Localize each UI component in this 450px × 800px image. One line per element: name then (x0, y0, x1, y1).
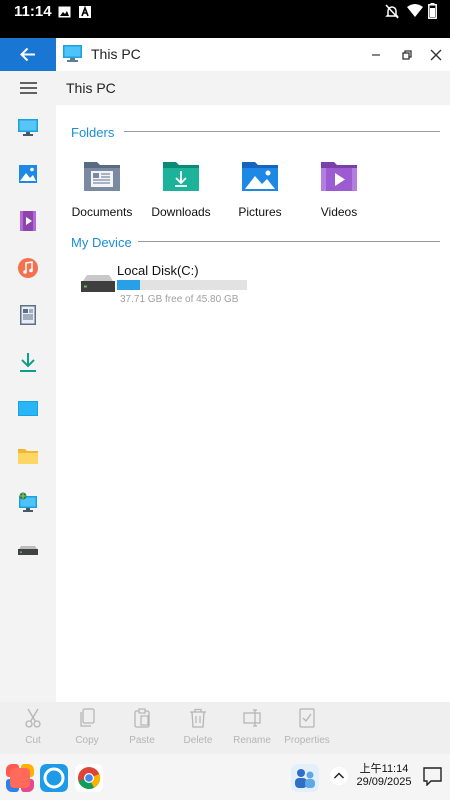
cut-button[interactable]: Cut (8, 708, 58, 752)
window-title-bar: This PC (0, 38, 450, 71)
battery-icon (428, 3, 437, 19)
scissors-icon (25, 708, 41, 728)
drive-free-space: 37.71 GB free of 45.80 GB (120, 294, 239, 305)
hamburger-icon[interactable] (20, 82, 37, 94)
back-button[interactable] (0, 38, 56, 71)
clock-time: 上午11:14 (359, 763, 409, 775)
folder-videos[interactable]: Videos (299, 159, 379, 225)
sidebar-item-desktop[interactable] (17, 398, 39, 420)
folder-label: Downloads (151, 205, 211, 219)
status-bar: 11:14 (0, 0, 450, 38)
delete-button[interactable]: Delete (173, 708, 223, 752)
documents-folder-icon (84, 162, 120, 191)
drive-name: Local Disk(C:) (117, 263, 199, 278)
image-notification-icon (58, 6, 71, 18)
sidebar (0, 105, 56, 702)
action-label: Rename (233, 735, 271, 746)
folders-section-title: Folders (71, 125, 115, 140)
taskbar-clock[interactable]: 上午11:14 29/09/2025 (352, 763, 416, 789)
copy-icon (80, 708, 95, 727)
sidebar-item-downloads[interactable] (17, 351, 39, 373)
folder-label: Pictures (238, 205, 282, 219)
drive-usage-bar (117, 280, 247, 290)
section-divider (124, 131, 440, 132)
sidebar-item-music[interactable] (17, 257, 39, 279)
drive-icon (81, 275, 115, 292)
main-content: Folders Documents Downloads Pictures Vid… (56, 105, 450, 702)
a-notification-icon (79, 6, 91, 18)
wifi-icon (407, 4, 423, 17)
folder-downloads[interactable]: Downloads (141, 159, 221, 225)
action-label: Properties (284, 735, 330, 746)
arrow-left-icon (20, 47, 35, 62)
paste-icon (134, 708, 150, 728)
sidebar-item-documents[interactable] (17, 304, 39, 326)
sidebar-item-folder[interactable] (17, 445, 39, 467)
properties-button[interactable]: Properties (282, 708, 332, 752)
properties-icon (299, 708, 315, 728)
section-divider (138, 241, 440, 242)
navigation-toolbar: This PC (0, 71, 450, 105)
notification-icon[interactable] (423, 767, 442, 786)
chevron-up-icon[interactable] (330, 767, 348, 785)
downloads-folder-icon (163, 162, 199, 191)
action-label: Copy (75, 735, 99, 746)
rename-button[interactable]: Rename (227, 708, 277, 752)
clock-date: 29/09/2025 (356, 776, 412, 788)
sidebar-item-network[interactable] (17, 492, 39, 514)
status-time: 11:14 (14, 3, 52, 20)
device-section-title: My Device (71, 235, 132, 250)
rename-icon (243, 709, 261, 727)
sidebar-item-videos[interactable] (17, 210, 39, 232)
sidebar-item-pictures[interactable] (17, 163, 39, 185)
pictures-folder-icon (242, 162, 278, 191)
folder-label: Documents (71, 205, 133, 219)
folder-pictures[interactable]: Pictures (220, 159, 300, 225)
start-icon[interactable] (6, 764, 34, 792)
close-icon[interactable] (427, 46, 445, 64)
drive-usage-fill (117, 280, 140, 290)
taskbar: 上午11:14 29/09/2025 (0, 754, 450, 800)
address-path[interactable]: This PC (66, 80, 116, 96)
action-label: Delete (183, 735, 213, 746)
folder-label: Videos (320, 205, 358, 219)
minimize-icon[interactable] (367, 46, 385, 64)
action-bar: Cut Copy Paste Delete Rename Properties (0, 702, 450, 754)
drive-local-disk-c[interactable]: Local Disk(C:) 37.71 GB free of 45.80 GB (80, 260, 260, 310)
chrome-icon[interactable] (75, 764, 103, 792)
action-label: Paste (129, 735, 155, 746)
people-icon[interactable] (291, 764, 319, 792)
trash-icon (190, 708, 206, 728)
sidebar-item-drive[interactable] (17, 539, 39, 561)
monitor-icon (63, 45, 82, 62)
notifications-off-icon (385, 4, 399, 19)
action-label: Cut (25, 735, 41, 746)
restore-icon[interactable] (398, 46, 416, 64)
paste-button[interactable]: Paste (117, 708, 167, 752)
browser-circle-icon[interactable] (40, 764, 68, 792)
copy-button[interactable]: Copy (62, 708, 112, 752)
folder-documents[interactable]: Documents (62, 159, 142, 225)
sidebar-item-this-pc[interactable] (17, 116, 39, 138)
window-title: This PC (91, 46, 141, 62)
videos-folder-icon (321, 162, 357, 191)
